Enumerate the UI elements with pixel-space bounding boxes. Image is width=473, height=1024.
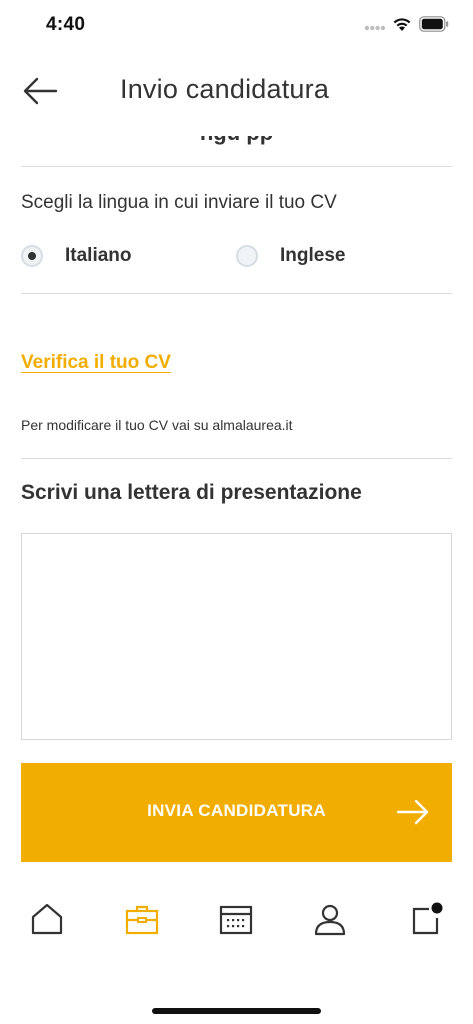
cover-letter-heading: Scrivi una lettera di presentazione	[21, 481, 362, 504]
wifi-icon	[393, 18, 411, 31]
tab-home[interactable]	[27, 900, 67, 940]
notification-icon	[412, 902, 443, 935]
language-label: Scegli la lingua in cui inviare il tuo C…	[21, 192, 337, 213]
submit-application-button[interactable]: INVIA CANDIDATURA	[21, 763, 452, 862]
page-title: Invio candidatura	[120, 74, 330, 104]
cv-info-text: Per modificare il tuo CV vai su almalaur…	[21, 417, 293, 433]
radio-option-italiano[interactable]: Italiano	[21, 243, 132, 269]
scrolled-partial-text: ngu pp	[0, 136, 473, 148]
tab-profile[interactable]	[310, 900, 350, 940]
status-time: 4:40	[46, 14, 86, 35]
verify-cv-link[interactable]: Verifica il tuo CV	[21, 352, 171, 374]
user-icon	[314, 904, 346, 936]
radio-label-italiano: Italiano	[65, 245, 132, 266]
briefcase-icon	[125, 905, 159, 935]
divider	[21, 458, 452, 459]
arrow-left-icon	[23, 77, 58, 105]
screen: 4:40 Invio candidatura ngu pp Scegli la …	[0, 0, 473, 1024]
tab-jobs[interactable]	[122, 900, 162, 940]
cover-letter-textarea[interactable]	[21, 533, 452, 740]
battery-icon	[419, 16, 449, 32]
back-button[interactable]	[22, 74, 60, 108]
submit-button-label: INVIA CANDIDATURA	[147, 801, 326, 820]
arrow-right-icon	[396, 799, 429, 825]
divider	[21, 166, 452, 167]
cellular-signal-icon	[364, 25, 386, 31]
radio-option-inglese[interactable]: Inglese	[236, 243, 345, 269]
calendar-icon	[219, 905, 253, 935]
scrolled-partial-text-content: ngu pp	[0, 136, 473, 146]
radio-checked-icon[interactable]	[21, 245, 43, 267]
divider	[21, 293, 452, 294]
radio-unchecked-icon[interactable]	[236, 245, 258, 267]
tab-calendar[interactable]	[216, 900, 256, 940]
status-bar: 4:40	[0, 0, 473, 54]
radio-label-inglese: Inglese	[280, 245, 346, 266]
tab-notifications[interactable]	[406, 900, 446, 940]
home-icon	[31, 903, 63, 935]
tab-bar	[0, 890, 473, 950]
home-indicator	[152, 1008, 321, 1014]
